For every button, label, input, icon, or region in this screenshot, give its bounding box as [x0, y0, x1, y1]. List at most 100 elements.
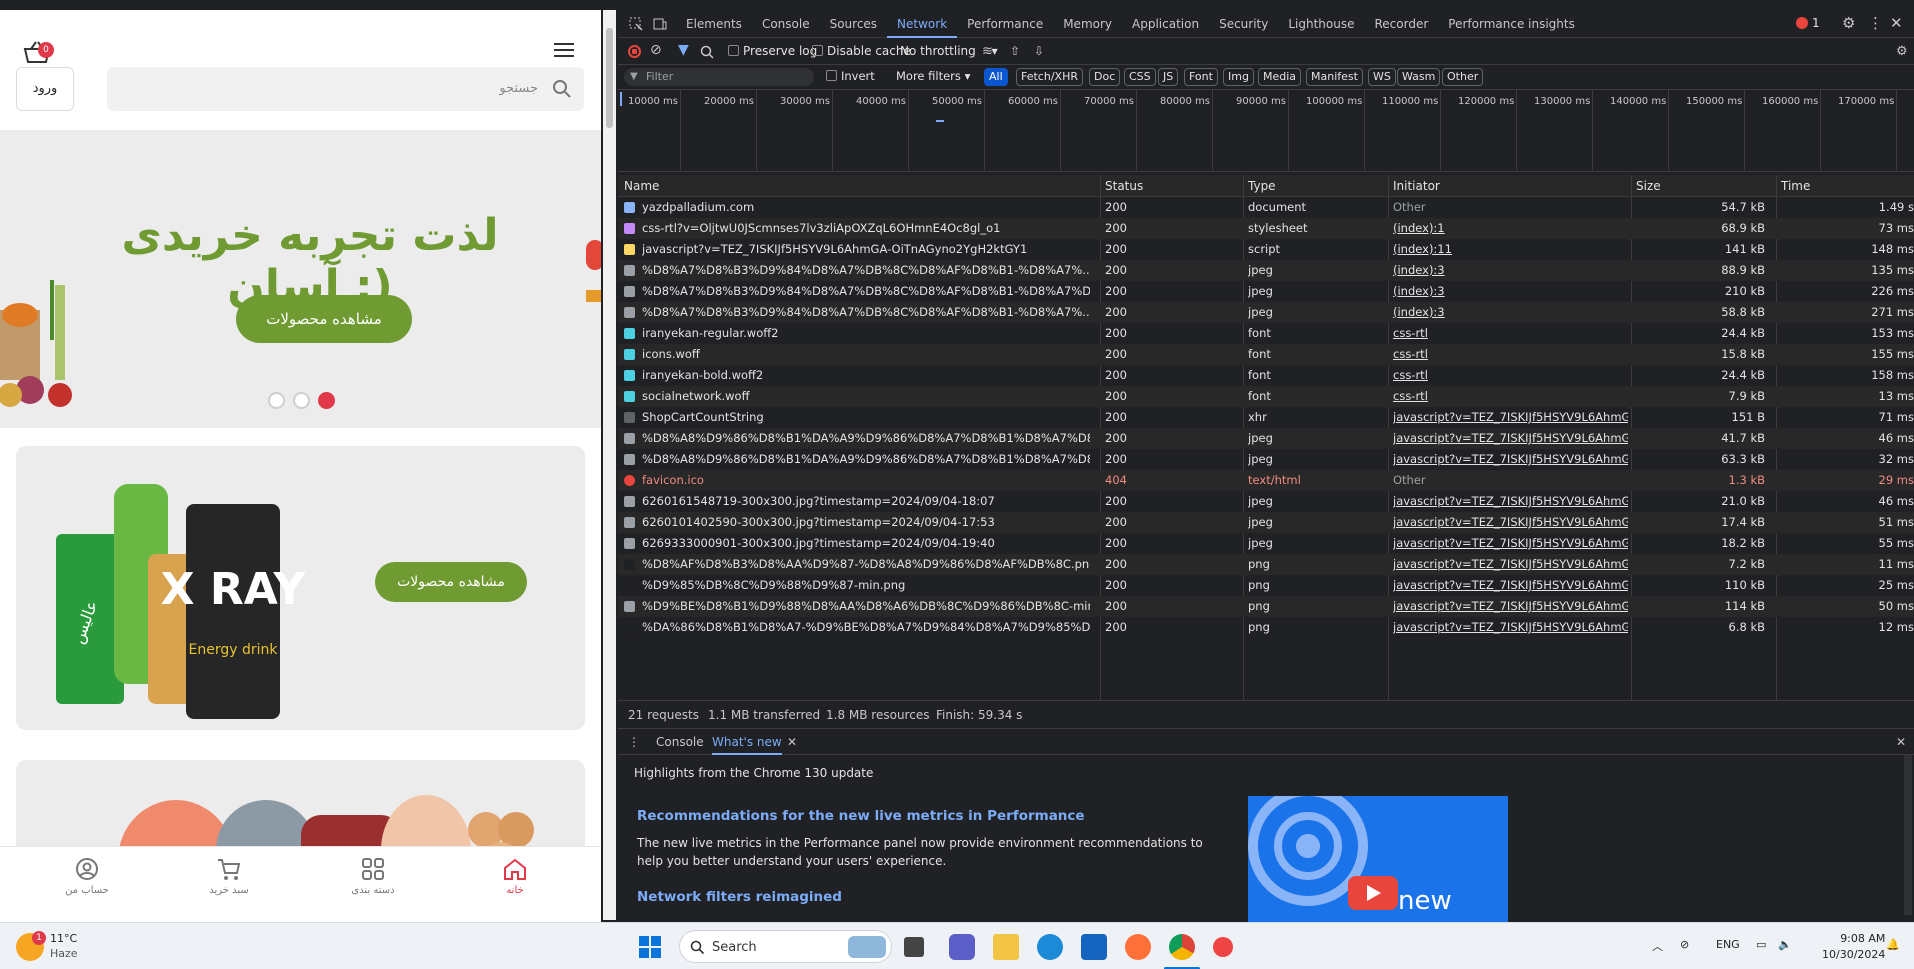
- clear-log-icon[interactable]: ⊘: [650, 42, 662, 58]
- table-row[interactable]: iranyekan-bold.woff2 200 font css-rtl 24.4 k…: [618, 365, 1914, 386]
- close-devtools-icon[interactable]: ✕: [1890, 14, 1903, 32]
- nav-home[interactable]: خانه: [465, 857, 565, 896]
- tab-network[interactable]: Network: [887, 10, 958, 38]
- invert-checkbox[interactable]: Invert: [826, 69, 875, 83]
- request-initiator[interactable]: javascript?v=TEZ_7ISKIJf5HSYV9L6AhmGA-O: [1393, 410, 1628, 424]
- preserve-log-checkbox[interactable]: Preserve log: [728, 44, 817, 58]
- table-row[interactable]: 6260101402590-300x300.jpg?timestamp=2024…: [618, 512, 1914, 533]
- more-options-icon[interactable]: ⋮: [1868, 14, 1883, 32]
- edge-icon[interactable]: [1037, 934, 1063, 960]
- table-row[interactable]: %DA%86%D8%B1%D8%A7-%D9%BE%D8%A7%D9%84%D8…: [618, 617, 1914, 638]
- table-row[interactable]: %D8%AF%D8%B3%D8%AA%D9%87-%D8%A8%D9%86%D8…: [618, 554, 1914, 575]
- request-initiator[interactable]: javascript?v=TEZ_7ISKIJf5HSYV9L6AhmGA-O: [1393, 536, 1628, 550]
- request-initiator[interactable]: javascript?v=TEZ_7ISKIJf5HSYV9L6AhmGA-O: [1393, 494, 1628, 508]
- table-row[interactable]: javascript?v=TEZ_7ISKIJf5HSYV9L6AhmGA-Oi…: [618, 239, 1914, 260]
- system-clock[interactable]: 9:08 AM 10/30/2024: [1822, 931, 1885, 963]
- inspect-element-icon[interactable]: [628, 16, 644, 32]
- chip-fetch-xhr[interactable]: Fetch/XHR: [1016, 68, 1083, 86]
- table-row[interactable]: %D8%A7%D8%B3%D9%84%D8%A7%DB%8C%D8%AF%D8%…: [618, 260, 1914, 281]
- table-row[interactable]: %D8%A8%D9%86%D8%B1%DA%A9%D9%86%D8%A7%D8%…: [618, 449, 1914, 470]
- request-initiator[interactable]: css-rtl: [1393, 368, 1628, 382]
- table-row[interactable]: %D9%BE%D8%B1%D9%88%D8%AA%D8%A6%DB%8C%D9%…: [618, 596, 1914, 617]
- col-time[interactable]: Time: [1781, 179, 1810, 193]
- table-row[interactable]: css-rtl?v=OljtwU0JScmnses7lv3zliApOXZqL6…: [618, 218, 1914, 239]
- chip-all[interactable]: All: [984, 68, 1008, 86]
- tab-recorder[interactable]: Recorder: [1365, 10, 1439, 38]
- request-initiator[interactable]: javascript?v=TEZ_7ISKIJf5HSYV9L6AhmGA-O: [1393, 599, 1628, 613]
- firefox-icon[interactable]: [1125, 934, 1151, 960]
- chip-media[interactable]: Media: [1258, 68, 1302, 86]
- chrome-icon[interactable]: [1169, 934, 1195, 960]
- request-initiator[interactable]: css-rtl: [1393, 389, 1628, 403]
- youtube-play-icon[interactable]: [1348, 876, 1398, 910]
- request-initiator[interactable]: javascript?v=TEZ_7ISKIJf5HSYV9L6AhmGA-O: [1393, 431, 1628, 445]
- chip-font[interactable]: Font: [1184, 68, 1218, 86]
- scrollbar-thumb[interactable]: [606, 28, 613, 128]
- request-initiator[interactable]: css-rtl: [1393, 326, 1628, 340]
- nav-account[interactable]: حساب من: [37, 857, 137, 896]
- tab-security[interactable]: Security: [1209, 10, 1278, 38]
- chip-ws[interactable]: WS: [1368, 68, 1396, 86]
- chip-other[interactable]: Other: [1442, 68, 1484, 86]
- more-filters-dropdown[interactable]: More filters ▾: [896, 69, 970, 83]
- tab-elements[interactable]: Elements: [676, 10, 752, 38]
- teams-icon[interactable]: [949, 934, 975, 960]
- tab-performance[interactable]: Performance: [957, 10, 1053, 38]
- chip-manifest[interactable]: Manifest: [1306, 68, 1363, 86]
- hero-view-products-button[interactable]: مشاهده محصولات: [236, 295, 412, 343]
- slider-dot-2[interactable]: [293, 392, 310, 409]
- table-row[interactable]: ShopCartCountString 200 xhr javascript?v=TE…: [618, 407, 1914, 428]
- hamburger-menu-icon[interactable]: [554, 40, 574, 58]
- table-row[interactable]: %D8%A7%D8%B3%D9%84%D8%A7%DB%8C%D8%AF%D8%…: [618, 302, 1914, 323]
- error-count[interactable]: 1: [1812, 16, 1820, 30]
- drawer-menu-icon[interactable]: ⋮: [628, 735, 640, 749]
- store-icon[interactable]: [1081, 934, 1107, 960]
- tab-sources[interactable]: Sources: [820, 10, 887, 38]
- filter-input[interactable]: ▼ Filter: [624, 68, 814, 86]
- request-initiator[interactable]: javascript?v=TEZ_7ISKIJf5HSYV9L6AhmGA-O: [1393, 557, 1628, 571]
- request-initiator[interactable]: javascript?v=TEZ_7ISKIJf5HSYV9L6AhmGA-O: [1393, 515, 1628, 529]
- file-explorer-icon[interactable]: [993, 934, 1019, 960]
- chip-js[interactable]: JS: [1158, 68, 1179, 86]
- disable-cache-checkbox[interactable]: Disable cache: [812, 44, 911, 58]
- volume-icon[interactable]: 🔈: [1778, 938, 1792, 951]
- settings-gear-icon[interactable]: ⚙: [1842, 14, 1855, 32]
- table-row[interactable]: socialnetwork.woff 200 font css-rtl 7.9 kB 13…: [618, 386, 1914, 407]
- request-initiator[interactable]: (index):3: [1393, 284, 1628, 298]
- network-overview-timeline[interactable]: 10000 ms 20000 ms 30000 ms 40000 ms 50000 ms…: [618, 90, 1914, 172]
- nav-categories[interactable]: دسته بندی: [323, 857, 423, 896]
- export-har-icon[interactable]: ⇩: [1034, 44, 1044, 58]
- table-row[interactable]: %D8%A8%D9%86%D8%B1%DA%A9%D9%86%D8%A7%D8%…: [618, 428, 1914, 449]
- weather-widget[interactable]: 11°C Haze: [50, 931, 78, 961]
- import-har-icon[interactable]: ⇧: [1010, 44, 1020, 58]
- nav-cart[interactable]: سبد خرید: [179, 857, 279, 896]
- col-name[interactable]: Name: [624, 179, 659, 193]
- close-drawer-icon[interactable]: ✕: [1896, 735, 1906, 749]
- drawer-tab-console[interactable]: Console: [656, 735, 704, 749]
- table-row[interactable]: %D8%A7%D8%B3%D9%84%D8%A7%DB%8C%D8%AF%D8%…: [618, 281, 1914, 302]
- language-indicator[interactable]: ENG: [1716, 938, 1740, 951]
- table-row[interactable]: 6260161548719-300x300.jpg?timestamp=2024…: [618, 491, 1914, 512]
- chip-doc[interactable]: Doc: [1089, 68, 1121, 86]
- search-network-icon[interactable]: [700, 45, 714, 59]
- table-row[interactable]: favicon.ico 404 text/html Other 1.3 kB 29 ms: [618, 470, 1914, 491]
- login-button[interactable]: ورود: [16, 67, 74, 111]
- tab-lighthouse[interactable]: Lighthouse: [1278, 10, 1364, 38]
- col-initiator[interactable]: Initiator: [1393, 179, 1440, 193]
- site-search-input[interactable]: جستجو: [107, 67, 584, 111]
- close-tab-icon[interactable]: ✕: [787, 735, 797, 749]
- display-icon[interactable]: ▭: [1756, 938, 1766, 951]
- chip-wasm[interactable]: Wasm: [1397, 68, 1441, 86]
- record-stop-icon[interactable]: [628, 45, 641, 58]
- search-icon[interactable]: [552, 79, 572, 99]
- whats-new-video-thumbnail[interactable]: new: [1248, 796, 1508, 923]
- whats-new-heading-1[interactable]: Recommendations for the new live metrics…: [637, 808, 1085, 824]
- chip-css[interactable]: CSS: [1124, 68, 1156, 86]
- drawer-scrollbar[interactable]: [1904, 755, 1912, 915]
- chip-img[interactable]: Img: [1223, 68, 1254, 86]
- tab-memory[interactable]: Memory: [1053, 10, 1122, 38]
- request-initiator[interactable]: javascript?v=TEZ_7ISKIJf5HSYV9L6AhmGA-O: [1393, 452, 1628, 466]
- request-initiator[interactable]: css-rtl: [1393, 347, 1628, 361]
- table-row[interactable]: icons.woff 200 font css-rtl 15.8 kB 155 ms: [618, 344, 1914, 365]
- request-initiator[interactable]: (index):1: [1393, 221, 1628, 235]
